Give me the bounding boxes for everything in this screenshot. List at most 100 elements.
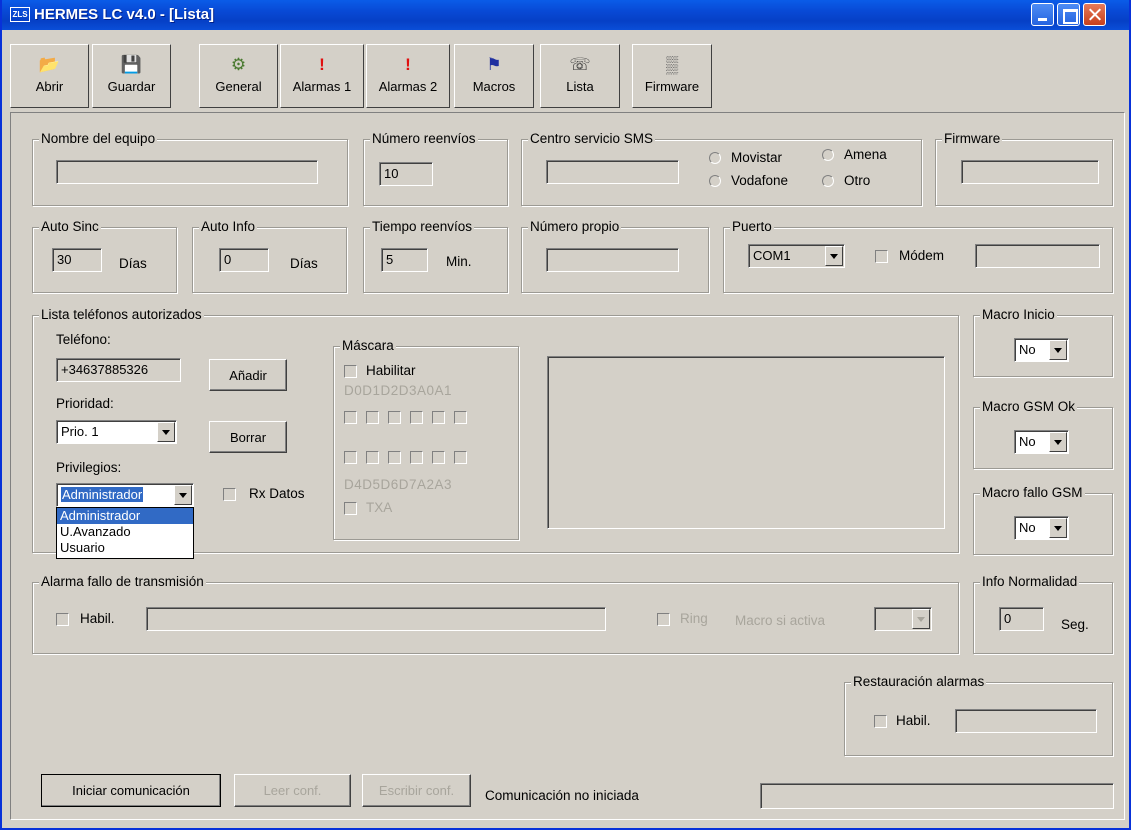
rx-data-checkbox[interactable] (223, 488, 236, 501)
tx-alarm-caption: Alarma fallo de transmisión (39, 574, 206, 590)
chevron-down-icon[interactable] (174, 485, 192, 505)
info-normal-group: Info Normalidad 0 Seg. (973, 574, 1113, 654)
list-label: Lista (566, 79, 594, 94)
minimize-button[interactable] (1031, 3, 1054, 26)
priority-value: Prio. 1 (61, 424, 99, 439)
sms-center-group: Centro servicio SMS Movistar Amena Vodaf… (521, 131, 922, 206)
mask-a3-checkbox[interactable] (454, 451, 467, 464)
open-folder-icon: 📂 (38, 55, 61, 74)
mask-d0-checkbox[interactable] (344, 411, 357, 424)
tx-alarm-enable-checkbox[interactable] (56, 613, 69, 626)
mask-a2-checkbox[interactable] (432, 451, 445, 464)
firmware-field[interactable] (961, 160, 1099, 184)
start-communication-button[interactable]: Iniciar comunicación (41, 774, 221, 807)
chevron-down-icon[interactable] (1049, 340, 1067, 360)
movistar-label: Movistar (731, 150, 783, 165)
save-label: Guardar (107, 79, 156, 94)
add-button[interactable]: Añadir (209, 359, 287, 391)
auto-sync-unit: Días (119, 256, 147, 271)
gears-icon: ⚙ (230, 55, 247, 74)
write-config-button[interactable]: Escribir conf. (362, 774, 471, 807)
macro-gsm-fail-select[interactable]: No (1014, 516, 1069, 540)
port-select[interactable]: COM1 (748, 244, 845, 268)
mask-d1-checkbox[interactable] (366, 411, 379, 424)
port-value: COM1 (753, 248, 791, 263)
macro-active-label: Macro si activa (735, 613, 826, 628)
alarms2-button[interactable]: ! Alarmas 2 (366, 44, 450, 108)
privileges-option[interactable]: U.Avanzado (57, 524, 193, 540)
alarms1-button[interactable]: ! Alarmas 1 (280, 44, 364, 108)
save-button[interactable]: 💾 Guardar (92, 44, 171, 108)
mask-d6-checkbox[interactable] (388, 451, 401, 464)
title-bar[interactable]: ZLS HERMES LC v4.0 - [Lista] (2, 0, 1129, 30)
mask-d4-checkbox[interactable] (344, 451, 357, 464)
mask-a1-checkbox[interactable] (454, 411, 467, 424)
auto-info-caption: Auto Info (199, 219, 258, 235)
privileges-option[interactable]: Administrador (57, 508, 193, 524)
amena-radio[interactable] (822, 149, 834, 161)
privileges-select[interactable]: Administrador (56, 483, 194, 507)
resend-time-field[interactable]: 5 (381, 248, 428, 272)
tx-alarm-field[interactable] (146, 607, 606, 631)
chevron-down-icon[interactable] (825, 246, 843, 266)
alarm-restore-checkbox[interactable] (874, 715, 887, 728)
info-normal-field[interactable]: 0 (999, 607, 1044, 631)
macro-icon: ⚑ (486, 55, 502, 74)
auto-sync-field[interactable]: 30 (52, 248, 102, 272)
ring-checkbox[interactable] (657, 613, 670, 626)
firmware-label: Firmware (644, 79, 700, 94)
phone-field[interactable]: +34637885326 (56, 358, 181, 382)
mask-d5-checkbox[interactable] (366, 451, 379, 464)
modem-checkbox[interactable] (875, 250, 888, 263)
alarm-restore-field[interactable] (955, 709, 1097, 733)
sms-center-field[interactable] (546, 160, 679, 184)
firmware-button[interactable]: ▒ Firmware (632, 44, 712, 108)
window-title: HERMES LC v4.0 - [Lista] (34, 6, 215, 23)
resends-field[interactable]: 10 (379, 162, 433, 186)
phone-label: Teléfono: (56, 332, 111, 347)
mask-enable-checkbox[interactable] (344, 365, 357, 378)
mask-d7-checkbox[interactable] (410, 451, 423, 464)
mask-d3-checkbox[interactable] (410, 411, 423, 424)
port-caption: Puerto (730, 219, 774, 235)
mask-group: Máscara Habilitar D0D1D2D3A0A1 D4D5D6D7A… (333, 338, 519, 540)
macros-button[interactable]: ⚑ Macros (454, 44, 534, 108)
mask-caption: Máscara (340, 338, 396, 354)
modem-field[interactable] (975, 244, 1100, 268)
priority-select[interactable]: Prio. 1 (56, 420, 177, 444)
auto-info-field[interactable]: 0 (219, 248, 269, 272)
close-button[interactable] (1083, 3, 1106, 26)
vodafone-radio[interactable] (709, 175, 721, 187)
chevron-down-icon[interactable] (157, 422, 175, 442)
delete-button[interactable]: Borrar (209, 421, 287, 453)
chevron-down-icon[interactable] (912, 609, 930, 629)
otro-radio[interactable] (822, 175, 834, 187)
amena-label: Amena (844, 147, 887, 162)
macro-gsm-ok-value: No (1019, 434, 1036, 449)
priority-label: Prioridad: (56, 396, 114, 411)
mask-txa-checkbox[interactable] (344, 502, 357, 515)
macro-start-select[interactable]: No (1014, 338, 1069, 362)
read-config-button[interactable]: Leer conf. (234, 774, 351, 807)
list-button[interactable]: ☏ Lista (540, 44, 620, 108)
general-button[interactable]: ⚙ General (199, 44, 278, 108)
maximize-button[interactable] (1057, 3, 1080, 26)
open-button[interactable]: 📂 Abrir (10, 44, 89, 108)
alarm-restore-caption: Restauración alarmas (851, 674, 987, 690)
resends-group: Número reenvíos 10 (363, 131, 508, 206)
macro-gsm-ok-select[interactable]: No (1014, 430, 1069, 454)
otro-label: Otro (844, 173, 871, 188)
macro-active-select[interactable] (874, 607, 932, 631)
privileges-option[interactable]: Usuario (57, 540, 193, 556)
own-number-group: Número propio (521, 219, 709, 293)
device-name-field[interactable] (56, 160, 318, 184)
auto-sync-group: Auto Sinc 30 Días (32, 219, 177, 293)
movistar-radio[interactable] (709, 152, 721, 164)
app-logo-icon: ZLS (10, 7, 30, 22)
mask-d2-checkbox[interactable] (388, 411, 401, 424)
mask-a0-checkbox[interactable] (432, 411, 445, 424)
chevron-down-icon[interactable] (1049, 518, 1067, 538)
phone-list-box[interactable] (547, 356, 945, 529)
chevron-down-icon[interactable] (1049, 432, 1067, 452)
own-number-field[interactable] (546, 248, 679, 272)
